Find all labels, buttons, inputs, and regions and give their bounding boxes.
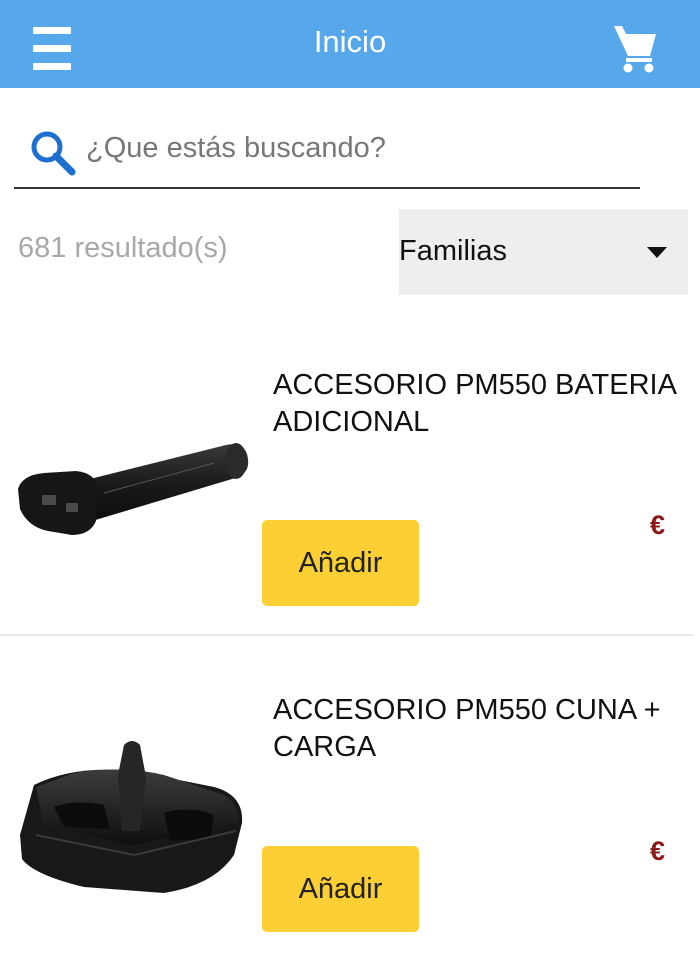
search-underline xyxy=(14,187,640,189)
families-dropdown-label: Familias xyxy=(399,235,507,267)
charging-cradle-product-image[interactable] xyxy=(14,735,254,905)
app-bar: Inicio xyxy=(0,0,700,88)
product-name[interactable]: ACCESORIO PM550 BATERIA ADICIONAL xyxy=(273,367,683,441)
search-input[interactable] xyxy=(86,126,626,170)
product-price: € xyxy=(650,836,666,866)
add-to-cart-button[interactable]: Añadir xyxy=(262,520,419,606)
product-card: ACCESORIO PM550 BATERIA ADICIONAL Añadir… xyxy=(0,320,700,640)
product-card: ACCESORIO PM550 CUNA + CARGA Añadir € xyxy=(0,640,700,960)
add-to-cart-button[interactable]: Añadir xyxy=(262,846,419,932)
shopping-cart-icon[interactable] xyxy=(612,22,658,74)
search-bar xyxy=(14,112,640,190)
product-price: € xyxy=(650,510,666,540)
results-count: 681 resultado(s) xyxy=(18,232,228,264)
caret-down-icon xyxy=(647,247,667,258)
divider xyxy=(0,634,693,636)
page-title: Inicio xyxy=(313,24,387,59)
product-name[interactable]: ACCESORIO PM550 CUNA + CARGA xyxy=(273,692,683,766)
search-icon[interactable] xyxy=(30,130,76,176)
battery-product-image[interactable] xyxy=(14,425,254,555)
families-dropdown[interactable]: Familias xyxy=(399,209,688,295)
